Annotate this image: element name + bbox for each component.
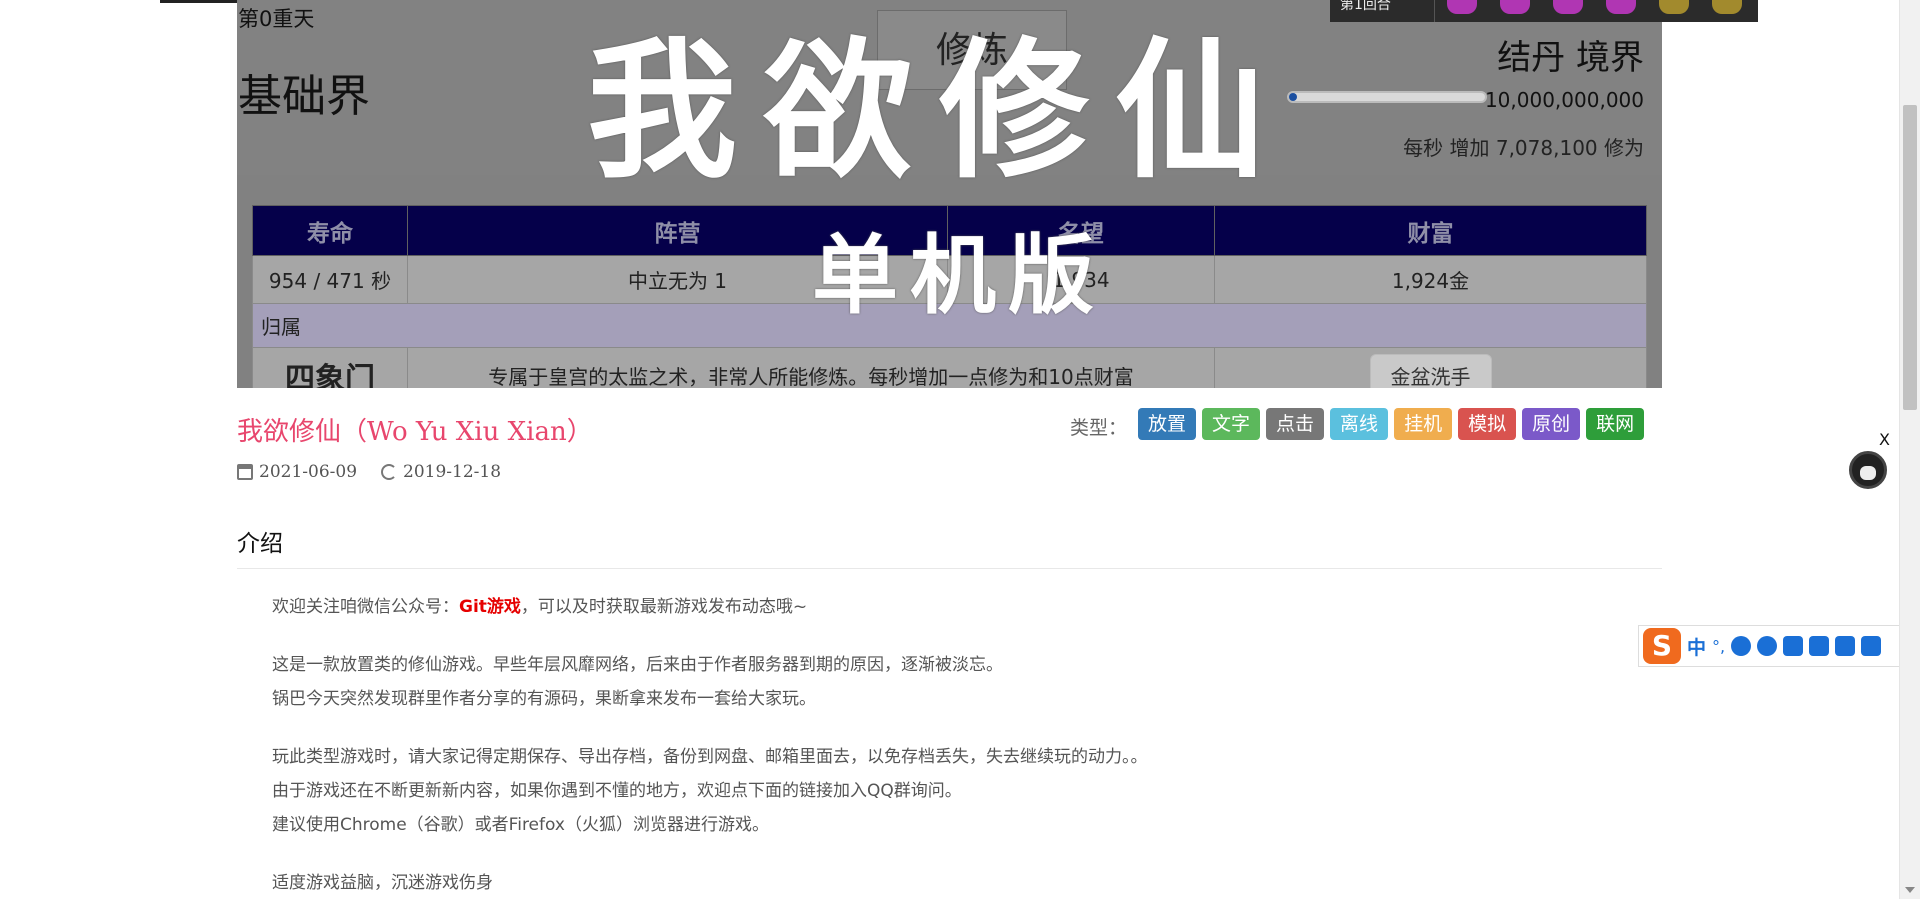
sect-name-cell: 四象门 [252, 347, 408, 389]
cultivation-progress-bar [1287, 91, 1487, 103]
banner-subtitle: 单机版 [812, 226, 1106, 326]
close-icon[interactable]: X [1879, 430, 1890, 449]
intro-line: 建议使用Chrome（谷歌）或者Firefox（火狐）浏览器进行游戏。 [272, 815, 769, 835]
intro-content: 欢迎关注咱微信公众号：Git游戏，可以及时获取最新游戏发布动态哦~ 这是一款放置… [272, 590, 1572, 899]
header-wealth: 财富 [1214, 205, 1647, 256]
user-icon[interactable] [1809, 636, 1830, 656]
round-tab: 第1回合 [1330, 0, 1435, 22]
intro-line: 锅巴今天突然发现群里作者分享的有源码，果断拿来发布一套给大家玩。 [272, 689, 816, 709]
sogou-logo-icon[interactable]: S [1643, 628, 1681, 664]
microphone-icon[interactable] [1757, 636, 1778, 656]
value-wealth: 1,924金 [1214, 255, 1647, 304]
tag-afk[interactable]: 挂机 [1394, 408, 1453, 440]
top-panel: 第1回合 [1330, 0, 1758, 22]
tag-click[interactable]: 点击 [1266, 408, 1325, 440]
star-gem-icon [1700, 0, 1753, 22]
ime-mode-toggle[interactable]: 中 [1687, 633, 1706, 660]
scroll-thumb[interactable] [1903, 105, 1917, 410]
intro-line: 由于游戏还在不断更新新内容，如果你遇到不懂的地方，欢迎点下面的链接加入QQ群询问… [272, 781, 962, 801]
exp-total: 10,000,000,000 [1484, 88, 1644, 112]
tag-list: 放置 文字 点击 离线 挂机 模拟 原创 联网 [1138, 408, 1645, 440]
ime-toolbar: S 中 °, [1638, 625, 1920, 667]
refresh-icon [381, 464, 398, 480]
keyboard-icon[interactable] [1783, 636, 1804, 656]
tag-online[interactable]: 联网 [1586, 408, 1645, 440]
game-banner: 第0重天 基础界 修炼 结丹 境界 10,000,000,000 每秒 增加 7… [237, 0, 1662, 388]
tag-text[interactable]: 文字 [1202, 408, 1261, 440]
header-lifespan: 寿命 [252, 205, 408, 256]
tag-offline[interactable]: 离线 [1330, 408, 1389, 440]
tag-simulation[interactable]: 模拟 [1458, 408, 1517, 440]
layer-text: 第0重天 [238, 7, 315, 31]
page-scrollbar[interactable] [1899, 0, 1920, 899]
sect-name: 四象门 [285, 361, 375, 389]
tag-idle[interactable]: 放置 [1138, 408, 1197, 440]
tag-original[interactable]: 原创 [1522, 408, 1581, 440]
punctuation-toggle[interactable]: °, [1712, 637, 1725, 656]
value-lifespan: 954 / 471 秒 [252, 255, 408, 304]
intro-text: 欢迎关注咱微信公众号： [272, 597, 459, 617]
date-row: 2021-06-09 2019-12-18 [237, 462, 501, 482]
shirt-icon[interactable] [1835, 636, 1856, 656]
scroll-down-arrow-icon[interactable] [1905, 887, 1915, 893]
date-published: 2021-06-09 [259, 462, 358, 482]
emoji-icon[interactable] [1731, 636, 1752, 656]
rate-text: 每秒 增加 7,078,100 修为 [1403, 136, 1644, 160]
intro-heading: 介绍 [237, 531, 283, 557]
avatar[interactable] [1849, 451, 1887, 489]
intro-paragraph: 欢迎关注咱微信公众号：Git游戏，可以及时获取最新游戏发布动态哦~ [272, 590, 1572, 624]
star-gem-icon [1647, 0, 1700, 22]
realm-left-label: 基础界 [238, 71, 370, 122]
realm-right-label: 结丹 境界 [1497, 38, 1644, 78]
gem-icon [1488, 0, 1541, 22]
gem-icon [1594, 0, 1647, 22]
intro-line: 适度游戏益脑，沉迷游戏伤身 [272, 873, 493, 893]
sect-action-cell: 金盆洗手 [1214, 347, 1647, 388]
date-updated-group: 2019-12-18 [381, 462, 501, 482]
intro-line: 玩此类型游戏时，请大家记得定期保存、导出存档，备份到网盘、邮箱里面去，以免存档丢… [272, 747, 1148, 767]
sect-button: 金盆洗手 [1369, 354, 1492, 388]
date-updated: 2019-12-18 [403, 462, 502, 482]
calendar-icon [237, 464, 253, 480]
apps-grid-icon[interactable] [1861, 636, 1882, 656]
intro-text: ，可以及时获取最新游戏发布动态哦~ [520, 597, 808, 617]
game-title: 我欲修仙（Wo Yu Xiu Xian） [237, 417, 593, 447]
divider [237, 568, 1662, 569]
wechat-highlight: Git游戏 [459, 597, 521, 617]
gem-icon [1541, 0, 1594, 22]
sect-row: 四象门 专属于皇宫的太监之术，非常人所能修炼。每秒增加一点修为和10点财富 金盆… [252, 347, 1647, 389]
sect-description: 专属于皇宫的太监之术，非常人所能修炼。每秒增加一点修为和10点财富 [407, 347, 1215, 388]
gem-icon [1435, 0, 1488, 22]
type-label: 类型： [1070, 417, 1128, 439]
banner-title: 我欲修仙 [587, 25, 1292, 199]
intro-line: 这是一款放置类的修仙游戏。早些年层风靡网络，后来由于作者服务器到期的原因，逐渐被… [272, 655, 1003, 675]
